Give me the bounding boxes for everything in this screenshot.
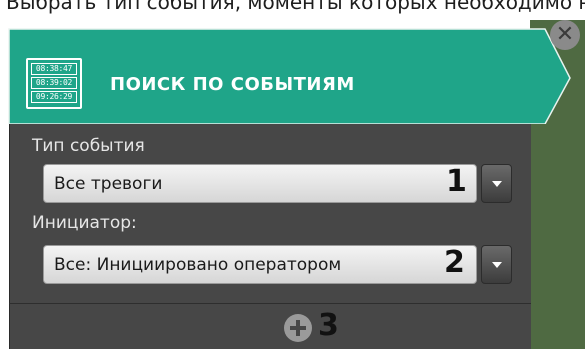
initiator-value: Все: Инициировано оператором <box>54 255 342 275</box>
initiator-label: Инициатор: <box>32 213 137 233</box>
search-panel-body <box>9 124 531 349</box>
page-caption: Выбрать тип события, моменты которых нео… <box>0 0 585 20</box>
close-icon[interactable]: ✕ <box>550 20 580 50</box>
event-type-dropdown-button[interactable] <box>481 164 512 203</box>
callout-marker-1: 1 <box>446 164 467 199</box>
callout-marker-3: 3 <box>318 308 339 343</box>
clock-line-2: 08:39:02 <box>31 77 77 89</box>
panel-title: ПОИСК ПО СОБЫТИЯМ <box>110 74 355 95</box>
clock-list-icon: 08:38:47 08:39:02 09:26:29 <box>26 58 82 109</box>
panel-divider <box>9 303 531 304</box>
clock-line-3: 09:26:29 <box>31 91 77 103</box>
event-type-value: Все тревоги <box>54 174 163 194</box>
caption-text: Выбрать тип события, моменты которых нео… <box>6 0 585 14</box>
plus-circle-icon[interactable] <box>284 314 312 342</box>
initiator-select[interactable]: Все: Инициировано оператором 2 <box>43 245 477 284</box>
event-type-select[interactable]: Все тревоги 1 <box>43 164 477 203</box>
clock-line-1: 08:38:47 <box>31 63 77 75</box>
search-panel-header: 08:38:47 08:39:02 09:26:29 ПОИСК ПО СОБЫ… <box>0 20 585 124</box>
callout-marker-2: 2 <box>444 245 465 280</box>
header-banner <box>8 28 571 124</box>
initiator-dropdown-button[interactable] <box>481 245 512 284</box>
event-type-label: Тип события <box>32 136 145 156</box>
